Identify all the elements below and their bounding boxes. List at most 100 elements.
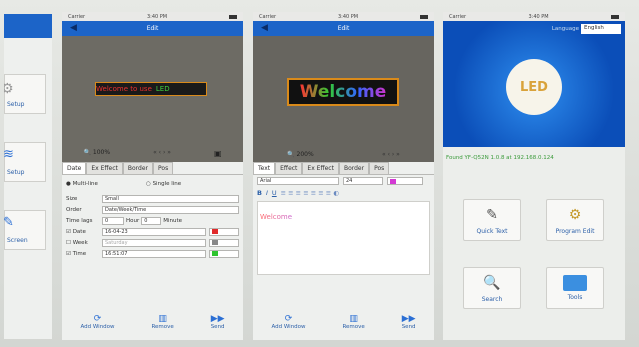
send-label: Send xyxy=(401,324,416,330)
edit-screen-date: Carrier 3:40 PM ◀ Edit Welcome to use LE… xyxy=(62,12,243,340)
text-editor[interactable]: Welcome xyxy=(257,201,430,275)
back-arrow-icon[interactable]: ◀ xyxy=(261,23,268,34)
magenta-swatch xyxy=(390,178,396,184)
search-icon: 🔍 xyxy=(483,275,501,291)
copy-icon[interactable]: ▣ xyxy=(214,149,222,158)
align-icons[interactable]: ≡ ≡ ≡ ≡ ≡ ≡ ≡ ◐ xyxy=(281,189,339,197)
left-menu-item-1[interactable]: ⚙ Setup xyxy=(4,74,46,114)
tab-bar: Text Effect Ex Effect Border Pos xyxy=(253,162,434,175)
nav-title: Edit xyxy=(337,25,350,32)
left-menu-item-2[interactable]: ≋ Setup xyxy=(4,142,46,182)
zoom-icon: 🔍 xyxy=(83,149,91,156)
search-tile[interactable]: 🔍 Search xyxy=(463,267,521,309)
time-row: ☑ Time 16:51:07 xyxy=(62,248,243,259)
quick-text-label: Quick Text xyxy=(476,228,508,235)
hero-banner: Language English LED xyxy=(443,21,625,147)
scroll-arrows-icon[interactable]: « ‹ › » xyxy=(382,151,400,158)
bold-button[interactable]: B xyxy=(257,189,262,197)
led-preview: Welcome to use LED 🔍 100% « ‹ › » ▣ xyxy=(62,36,243,162)
trash-icon: ▥ xyxy=(349,314,358,324)
editor-text: Welcome xyxy=(260,213,293,221)
lang-select[interactable]: English xyxy=(581,24,621,34)
timelag-hour-label: Hour xyxy=(126,217,140,224)
date-format-select[interactable]: 16-04-23 xyxy=(102,227,206,236)
status-carrier: Carrier xyxy=(449,13,467,20)
tab-date[interactable]: Date xyxy=(62,162,87,174)
italic-button[interactable]: I xyxy=(266,189,268,197)
format-toolbar: B I U ≡ ≡ ≡ ≡ ≡ ≡ ≡ ◐ xyxy=(253,187,434,199)
remove-button[interactable]: ▥ Remove xyxy=(342,314,364,330)
zoom-label: 100% xyxy=(92,149,111,156)
tab-text[interactable]: Text xyxy=(253,162,276,174)
timelag-day-field[interactable]: 0 xyxy=(102,216,124,225)
time-checkbox[interactable]: ☑ Time xyxy=(66,251,102,257)
send-button[interactable]: ▶▶ Send xyxy=(211,314,225,330)
remove-button[interactable]: ▥ Remove xyxy=(151,314,173,330)
tab-border[interactable]: Border xyxy=(338,162,370,174)
zoom-control[interactable]: 🔍 100% xyxy=(84,149,111,158)
date-checkbox[interactable]: ☑ Date xyxy=(66,229,102,235)
led-logo: LED xyxy=(506,59,562,115)
add-window-button[interactable]: ⟳ Add Window xyxy=(271,314,305,330)
left-menu-label-1: Setup xyxy=(7,101,25,108)
order-select[interactable]: Date/Week/Time xyxy=(102,205,239,214)
week-row: ☐ Week Saturday xyxy=(62,237,243,248)
edit-screen-text: Carrier 3:40 PM ◀ Edit Welcome 🔍 200% « … xyxy=(253,12,434,340)
search-label: Search xyxy=(481,296,503,303)
send-icon: ▶▶ xyxy=(401,314,416,324)
zoom-control[interactable]: 🔍 200% xyxy=(287,151,314,158)
status-bar: Carrier 3:40 PM xyxy=(253,12,434,21)
left-menu-label-2: Setup xyxy=(7,169,25,176)
size-select[interactable]: Small xyxy=(102,194,239,203)
send-label: Send xyxy=(210,324,225,330)
red-swatch xyxy=(212,229,218,234)
preview-toolbar: 🔍 200% « ‹ › » xyxy=(253,151,434,158)
date-color-select[interactable] xyxy=(209,227,239,236)
home-screen: Carrier 3:40 PM Language English LED Fou… xyxy=(443,12,625,340)
program-edit-tile[interactable]: ⚙ Program Edit xyxy=(546,199,604,241)
underline-button[interactable]: U xyxy=(272,189,277,197)
send-button[interactable]: ▶▶ Send xyxy=(402,314,416,330)
tab-effect[interactable]: Effect xyxy=(275,162,303,174)
week-checkbox[interactable]: ☐ Week xyxy=(66,240,102,246)
green-swatch xyxy=(212,251,218,256)
radio-singleline[interactable]: ○ Single line xyxy=(146,181,181,187)
led-text: Welcome xyxy=(299,82,387,102)
tab-ex-effect[interactable]: Ex Effect xyxy=(86,162,123,174)
week-color-select[interactable] xyxy=(209,238,239,247)
nav-title: Edit xyxy=(146,25,159,32)
tools-icon xyxy=(563,275,587,291)
preview-toolbar: 🔍 100% « ‹ › » ▣ xyxy=(62,149,243,158)
scroll-arrows-icon[interactable]: « ‹ › » xyxy=(153,149,171,158)
battery-icon xyxy=(419,14,428,19)
week-format-select[interactable]: Saturday xyxy=(102,238,206,247)
add-window-icon: ⟳ xyxy=(93,314,102,324)
time-format-select[interactable]: 16:51:07 xyxy=(102,249,206,258)
time-label: Time xyxy=(72,250,87,257)
status-carrier: Carrier xyxy=(68,13,86,20)
size-label: Size xyxy=(66,195,78,202)
add-window-button[interactable]: ⟳ Add Window xyxy=(80,314,114,330)
time-color-select[interactable] xyxy=(209,249,239,258)
font-color-select[interactable] xyxy=(387,177,423,185)
wifi-icon: ≋ xyxy=(4,147,14,162)
tab-pos[interactable]: Pos xyxy=(153,162,174,174)
device-montage: ⚙ Setup ≋ Setup ✎ Screen Carrier 3:40 PM… xyxy=(0,0,639,347)
timelag-label: Time lags xyxy=(66,217,93,224)
gear-icon: ⚙ xyxy=(4,81,14,97)
tab-ex-effect[interactable]: Ex Effect xyxy=(302,162,339,174)
left-menu-item-3[interactable]: ✎ Screen xyxy=(4,210,46,250)
font-family-select[interactable]: Arial xyxy=(257,177,339,185)
line-mode-row: ● Multi-line ○ Single line xyxy=(62,175,243,193)
tools-tile[interactable]: Tools xyxy=(546,267,604,309)
radio-multiline[interactable]: ● Multi-line xyxy=(66,181,146,187)
led-text-box[interactable]: Welcome xyxy=(287,78,399,106)
font-size-select[interactable]: 24 xyxy=(343,177,383,185)
tab-pos[interactable]: Pos xyxy=(369,162,390,174)
back-arrow-icon[interactable]: ◀ xyxy=(70,23,77,34)
quick-text-tile[interactable]: ✎ Quick Text xyxy=(463,199,521,241)
tab-border[interactable]: Border xyxy=(122,162,153,174)
led-text-box[interactable]: Welcome to use LED xyxy=(95,82,207,96)
led-text: Welcome to use xyxy=(96,85,152,93)
timelag-hour-field[interactable]: 0 xyxy=(141,216,162,225)
